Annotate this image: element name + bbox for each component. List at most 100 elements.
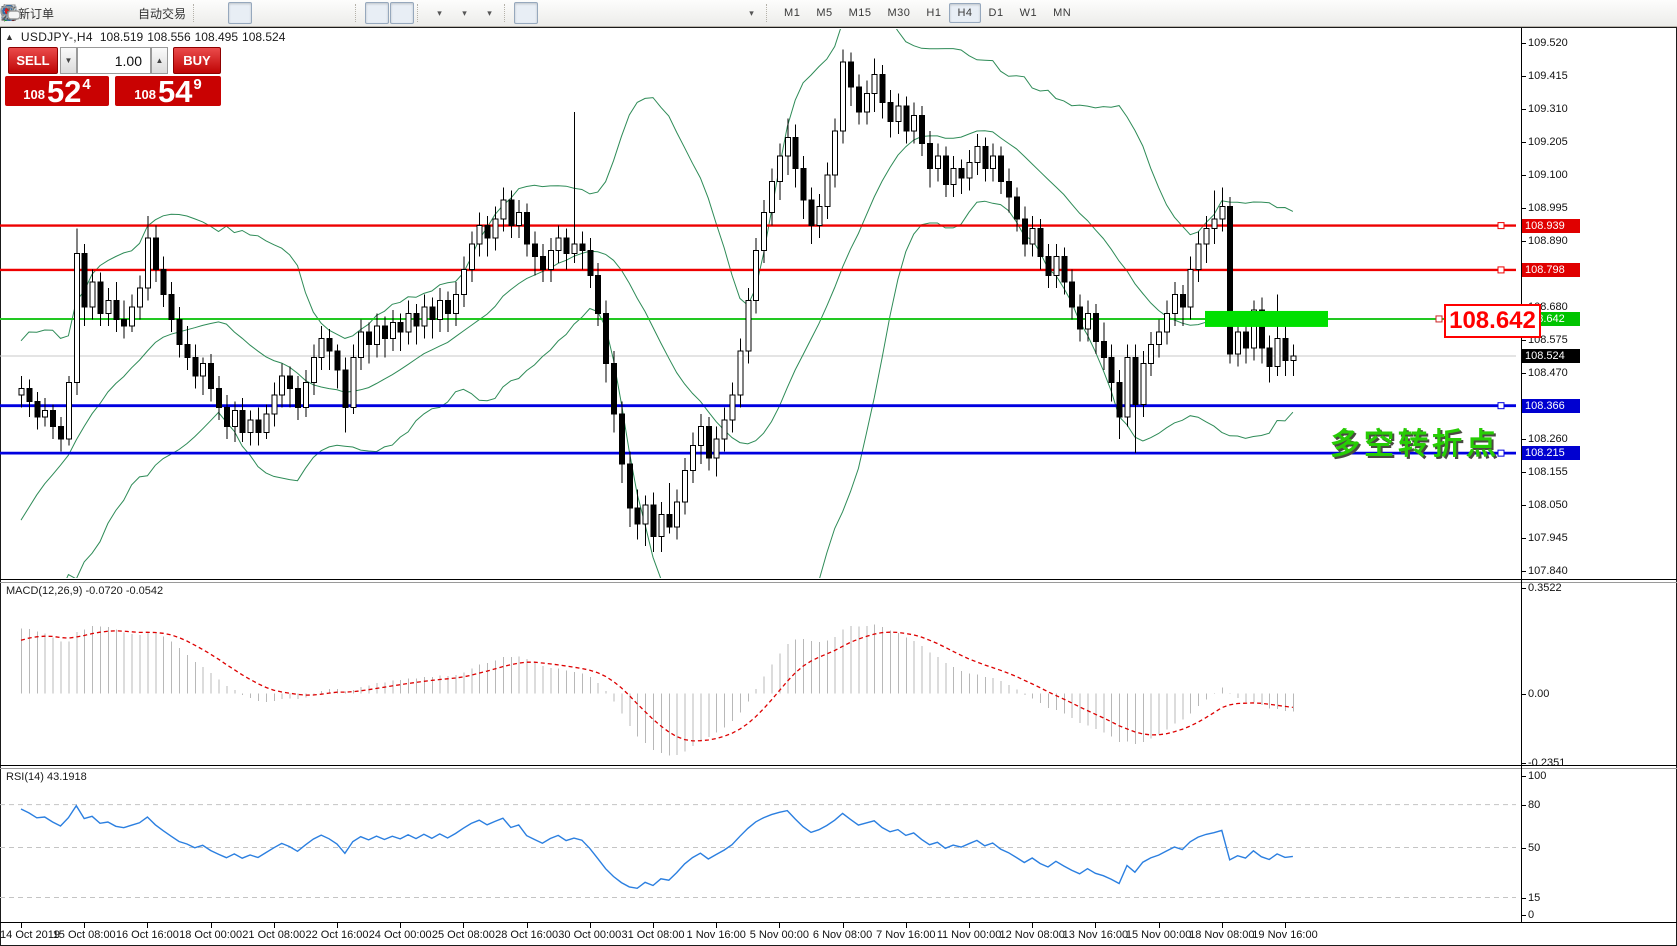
chart-text-annotation[interactable]: 多空转折点 (1330, 419, 1500, 463)
volume-decrease-button[interactable]: ▼ (60, 47, 77, 74)
text-label-tool-button[interactable]: T (714, 2, 738, 24)
hline-handle[interactable] (1498, 403, 1504, 409)
volume-increase-button[interactable]: ▲ (151, 47, 168, 74)
toolbar-drag-handle[interactable] (193, 4, 199, 22)
line-chart-button[interactable] (253, 2, 277, 24)
timeframe-button-m5[interactable]: M5 (808, 3, 840, 23)
templates-button[interactable]: ▾ (477, 2, 501, 24)
timeframe-button-h1[interactable]: H1 (918, 3, 949, 23)
candlestick-chart[interactable] (0, 28, 1521, 579)
candle-bullish (66, 382, 71, 439)
hline-handle[interactable] (1436, 316, 1442, 322)
sell-button[interactable]: SELL (8, 47, 58, 74)
toolbar-drag-handle[interactable] (504, 4, 510, 22)
zoom-in-button[interactable] (278, 2, 302, 24)
candle-bullish (1149, 345, 1154, 364)
zoom-out-button[interactable] (303, 2, 327, 24)
price-tick-mark (1521, 43, 1526, 44)
candle-bullish (1086, 313, 1091, 329)
autotrading-button[interactable]: 自动交易 (134, 2, 190, 24)
highlight-rectangle[interactable] (1205, 311, 1328, 327)
bollinger-lower-band[interactable] (21, 201, 1293, 579)
price-tick-label: 108.260 (1528, 432, 1568, 446)
candle-bearish (59, 426, 64, 439)
candle-bullish (785, 137, 790, 156)
toolbar-drag-handle[interactable] (417, 4, 423, 22)
rsi-label: RSI(14) 43.1918 (6, 771, 87, 783)
candle-bearish (122, 320, 127, 326)
chart-shift-button[interactable] (390, 2, 414, 24)
indicators-dropdown-caret[interactable]: ▾ (437, 8, 442, 19)
timeframe-toolbar: M1M5M15M30H1H4D1W1MN (776, 3, 1079, 23)
sell-price-big: 52 (47, 79, 81, 105)
tile-windows-button[interactable] (328, 2, 352, 24)
timeframe-button-w1[interactable]: W1 (1012, 3, 1046, 23)
auto-scroll-button[interactable] (365, 2, 389, 24)
toolbar-drag-handle[interactable] (355, 4, 361, 22)
volume-input[interactable]: 1.00 (77, 47, 151, 74)
candle-bearish (161, 269, 166, 294)
ohlc-close: 108.524 (242, 30, 285, 44)
candle-bearish (82, 254, 87, 307)
hline-handle[interactable] (1498, 223, 1504, 229)
candle-bullish (1172, 294, 1177, 313)
periods-button[interactable]: ▾ (452, 2, 476, 24)
arrows-tool-button[interactable]: ▾ (739, 2, 763, 24)
time-tick-mark (463, 923, 464, 928)
timeframe-button-h4[interactable]: H4 (949, 3, 980, 23)
time-tick-mark (1032, 923, 1033, 928)
timeframe-button-m15[interactable]: M15 (841, 3, 880, 23)
panel-separator[interactable] (0, 579, 1677, 580)
macd-signal-line[interactable] (21, 631, 1293, 741)
fibonacci-tool-button[interactable]: F (664, 2, 688, 24)
channel-tool-button[interactable]: E (639, 2, 663, 24)
chat-icon[interactable] (0, 4, 22, 22)
candle-bearish (1014, 197, 1019, 219)
vertical-line-tool-button[interactable] (564, 2, 588, 24)
main-toolbar: 新订单 自动交易 (0, 0, 1677, 27)
crosshair-tool-button[interactable] (539, 2, 563, 24)
candle-bullish (390, 323, 395, 339)
horizontal-line-tool-button[interactable] (589, 2, 613, 24)
collapse-quotes-icon[interactable]: ▲ (5, 32, 14, 42)
candle-bearish (1180, 294, 1185, 307)
candlestick-chart-button[interactable] (228, 2, 252, 24)
signals-button[interactable] (109, 2, 133, 24)
buy-button[interactable]: BUY (173, 47, 221, 74)
text-tool-button[interactable]: A (689, 2, 713, 24)
gold-button[interactable] (59, 2, 83, 24)
timeframe-button-m1[interactable]: M1 (776, 3, 808, 23)
candle-bearish (1038, 228, 1043, 256)
timeframe-button-mn[interactable]: MN (1045, 3, 1079, 23)
candle-bearish (959, 169, 964, 178)
timeframe-button-m30[interactable]: M30 (880, 3, 919, 23)
candle-bearish (1007, 181, 1012, 197)
panel-separator[interactable] (0, 765, 1677, 766)
profile-button[interactable] (84, 2, 108, 24)
periods-dropdown-caret[interactable]: ▾ (462, 8, 467, 19)
rsi-tick-label: 50 (1528, 841, 1540, 855)
candle-bearish (209, 364, 214, 389)
cursor-tool-button[interactable] (514, 2, 538, 24)
time-tick-mark (590, 923, 591, 928)
candle-bearish (327, 338, 332, 351)
candle-bullish (951, 169, 956, 185)
bar-chart-button[interactable] (203, 2, 227, 24)
trendline-tool-button[interactable] (614, 2, 638, 24)
toolbar-drag-handle[interactable] (766, 4, 772, 22)
indicators-button[interactable]: ▾ (427, 2, 451, 24)
timeframe-button-d1[interactable]: D1 (981, 3, 1012, 23)
time-tick-mark (843, 923, 844, 928)
bollinger-middle-band[interactable] (21, 131, 1293, 520)
buy-price-quote[interactable]: 108 54 9 (115, 76, 221, 106)
hline-handle[interactable] (1498, 267, 1504, 273)
sell-price-quote[interactable]: 108 52 4 (5, 76, 109, 106)
arrows-dropdown-caret[interactable]: ▾ (749, 8, 754, 19)
rsi-panel[interactable] (0, 769, 1521, 922)
candle-bearish (1078, 307, 1083, 329)
price-callout-box[interactable]: 108.642 (1444, 304, 1541, 338)
templates-dropdown-caret[interactable]: ▾ (487, 8, 492, 19)
candle-bearish (1267, 348, 1272, 367)
macd-panel[interactable] (0, 583, 1521, 765)
candle-bearish (612, 364, 617, 414)
